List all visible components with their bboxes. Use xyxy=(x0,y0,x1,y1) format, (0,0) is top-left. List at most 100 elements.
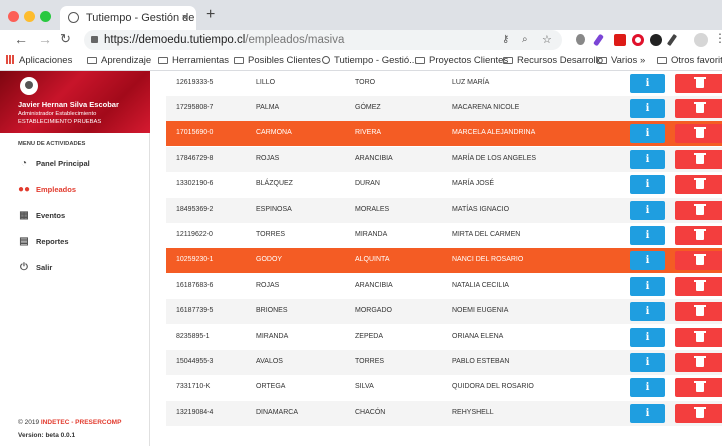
info-button[interactable]: i xyxy=(630,200,665,220)
cell-apellido-p: AVALOS xyxy=(256,357,283,365)
delete-button[interactable] xyxy=(675,403,722,423)
cell-apellido-m: ARANCIBIA xyxy=(355,154,393,162)
zoom-icon[interactable]: ⌕ xyxy=(522,30,528,50)
extension-drop-icon[interactable] xyxy=(576,34,585,45)
dashboard-icon: ◔ xyxy=(20,158,28,169)
delete-button[interactable] xyxy=(675,200,722,220)
delete-button[interactable] xyxy=(675,327,722,347)
close-window-button[interactable] xyxy=(8,11,19,22)
trash-can-icon xyxy=(696,78,704,88)
sidebar-item-panel-principal[interactable]: ◔ Panel Principal xyxy=(16,157,90,171)
table-row[interactable]: 10259230-1 GODOY ALQUINTA NANCI DEL ROSARIO… xyxy=(166,248,722,274)
info-button[interactable]: i xyxy=(630,124,665,144)
bookmark-folder[interactable]: Recursos Desarrollo xyxy=(503,55,603,66)
cell-apellido-m: SILVA xyxy=(355,383,374,391)
extension-github-icon[interactable] xyxy=(650,34,662,46)
extension-pencil-icon[interactable] xyxy=(666,33,678,47)
delete-button[interactable] xyxy=(675,73,722,93)
bookmark-folder[interactable]: Proyectos Clientes xyxy=(415,55,508,66)
info-button[interactable]: i xyxy=(630,327,665,347)
reload-icon[interactable]: ↻ xyxy=(60,31,71,47)
profile-avatar-icon[interactable] xyxy=(694,33,708,47)
bookmarks-overflow-button[interactable]: » xyxy=(640,55,645,66)
info-button[interactable]: i xyxy=(630,73,665,93)
extension-opera-icon[interactable] xyxy=(632,34,644,46)
extension-pen-icon[interactable] xyxy=(593,33,604,47)
folder-icon xyxy=(87,57,97,64)
cell-apellido-p: BLÁZQUEZ xyxy=(256,180,293,188)
trash-can-icon xyxy=(696,281,704,291)
footer-version: Version: beta 0.0.1 xyxy=(18,432,76,439)
bookmark-site[interactable]: Tutiempo - Gestió... xyxy=(322,55,417,66)
cell-apellido-p: ORTEGA xyxy=(256,383,286,391)
table-row[interactable]: 18495369-2 ESPINOSA MORALES MATÍAS IGNACIO i xyxy=(166,197,722,223)
info-button[interactable]: i xyxy=(630,352,665,372)
table-row[interactable]: 17295808-7 PALMA GÓMEZ MACARENA NICOLE i xyxy=(166,95,722,121)
info-button[interactable]: i xyxy=(630,276,665,296)
back-icon[interactable]: ← xyxy=(14,31,28,47)
info-button[interactable]: i xyxy=(630,378,665,398)
table-row[interactable]: 13219084-4 DINAMARCA CHACÓN REHYSHELL i xyxy=(166,400,722,426)
table-row[interactable]: 15044955-3 AVALOS TORRES PABLO ESTEBAN i xyxy=(166,349,722,375)
delete-button[interactable] xyxy=(675,251,722,271)
info-button[interactable]: i xyxy=(630,403,665,423)
cell-nombres: PABLO ESTEBAN xyxy=(452,357,510,365)
bookmark-folder[interactable]: Aprendizaje xyxy=(87,55,151,66)
new-tab-button[interactable]: + xyxy=(206,6,215,24)
extension-angular-icon[interactable] xyxy=(614,34,626,46)
info-button[interactable]: i xyxy=(630,175,665,195)
tutiempo-favicon-icon xyxy=(322,56,330,64)
table-row[interactable]: 12119622-0 TORRES MIRANDA MIRTA DEL CARMEN i xyxy=(166,223,722,248)
trash-can-icon xyxy=(696,383,704,393)
address-bar[interactable]: https://demoedu.tutiempo.cl/empleados/ma… xyxy=(84,30,562,50)
folder-icon xyxy=(503,57,513,64)
table-row[interactable]: 17015690-0 CARMONA RIVERA MARCELA ALEJANDRI… xyxy=(166,121,722,147)
info-button[interactable]: i xyxy=(630,225,665,245)
minimize-window-button[interactable] xyxy=(24,11,35,22)
delete-button[interactable] xyxy=(675,378,722,398)
bookmark-folder[interactable]: Herramientas xyxy=(158,55,229,66)
cell-apellido-m: CHACÓN xyxy=(355,408,386,416)
info-button[interactable]: i xyxy=(630,98,665,118)
browser-tab[interactable]: Tutiempo - Gestión de Asistencia × xyxy=(60,6,196,30)
menu-header: MENU DE ACTIVIDADES xyxy=(18,141,86,147)
trash-can-icon xyxy=(696,408,704,418)
delete-button[interactable] xyxy=(675,225,722,245)
table-row[interactable]: 16187683-6 ROJAS ARANCIBIA NATALIA CECILIA i xyxy=(166,274,722,299)
key-icon[interactable]: ⚷ xyxy=(502,30,509,50)
maximize-window-button[interactable] xyxy=(40,11,51,22)
sidebar-item-reportes[interactable]: ▤ Reportes xyxy=(16,235,68,249)
delete-button[interactable] xyxy=(675,175,722,195)
bookmark-other[interactable]: Otros favoritos xyxy=(657,55,722,66)
table-row[interactable]: 7331710-K ORTEGA SILVA QUIDORA DEL ROSARIO i xyxy=(166,375,722,400)
trash-can-icon xyxy=(696,180,704,190)
sidebar-item-salir[interactable]: ⏻ Salir xyxy=(16,261,52,275)
table-row[interactable]: 16187739-5 BRIONES MORGADO NOEMI EUGENIA i xyxy=(166,299,722,325)
info-button[interactable]: i xyxy=(630,302,665,322)
cell-apellido-p: ROJAS xyxy=(256,154,280,162)
delete-button[interactable] xyxy=(675,149,722,169)
info-button[interactable]: i xyxy=(630,149,665,169)
forward-icon[interactable]: → xyxy=(38,31,52,47)
sidebar-item-eventos[interactable]: ▦ Eventos xyxy=(16,209,65,223)
bookmark-folder[interactable]: Varios xyxy=(597,55,637,66)
table-row[interactable]: 8235895-1 MIRANDA ZEPEDA ORIANA ELENA i xyxy=(166,325,722,350)
delete-button[interactable] xyxy=(675,276,722,296)
sidebar-item-empleados[interactable]: ●● Empleados xyxy=(16,183,76,197)
table-row[interactable]: 17846729-8 ROJAS ARANCIBIA MARÍA DE LOS ANG… xyxy=(166,146,722,172)
delete-button[interactable] xyxy=(675,352,722,372)
bookmark-folder[interactable]: Posibles Clientes xyxy=(234,55,321,66)
close-tab-icon[interactable]: × xyxy=(182,6,188,30)
delete-button[interactable] xyxy=(675,124,722,144)
star-icon[interactable]: ☆ xyxy=(542,30,552,50)
browser-toolbar: ← → ↻ https://demoedu.tutiempo.cl/emplea… xyxy=(0,30,722,52)
info-button[interactable]: i xyxy=(630,251,665,271)
folder-icon xyxy=(597,57,607,64)
table-row[interactable]: 12619333-5 LILLO TORO LUZ MARÍA i xyxy=(166,71,722,96)
delete-button[interactable] xyxy=(675,302,722,322)
table-row[interactable]: 13302190-6 BLÁZQUEZ DURAN MARÍA JOSÉ i xyxy=(166,172,722,197)
delete-button[interactable] xyxy=(675,98,722,118)
bookmark-apps[interactable]: Aplicaciones xyxy=(6,55,72,66)
apps-grid-icon xyxy=(6,55,15,64)
browser-menu-icon[interactable]: ⋮ xyxy=(714,31,722,45)
